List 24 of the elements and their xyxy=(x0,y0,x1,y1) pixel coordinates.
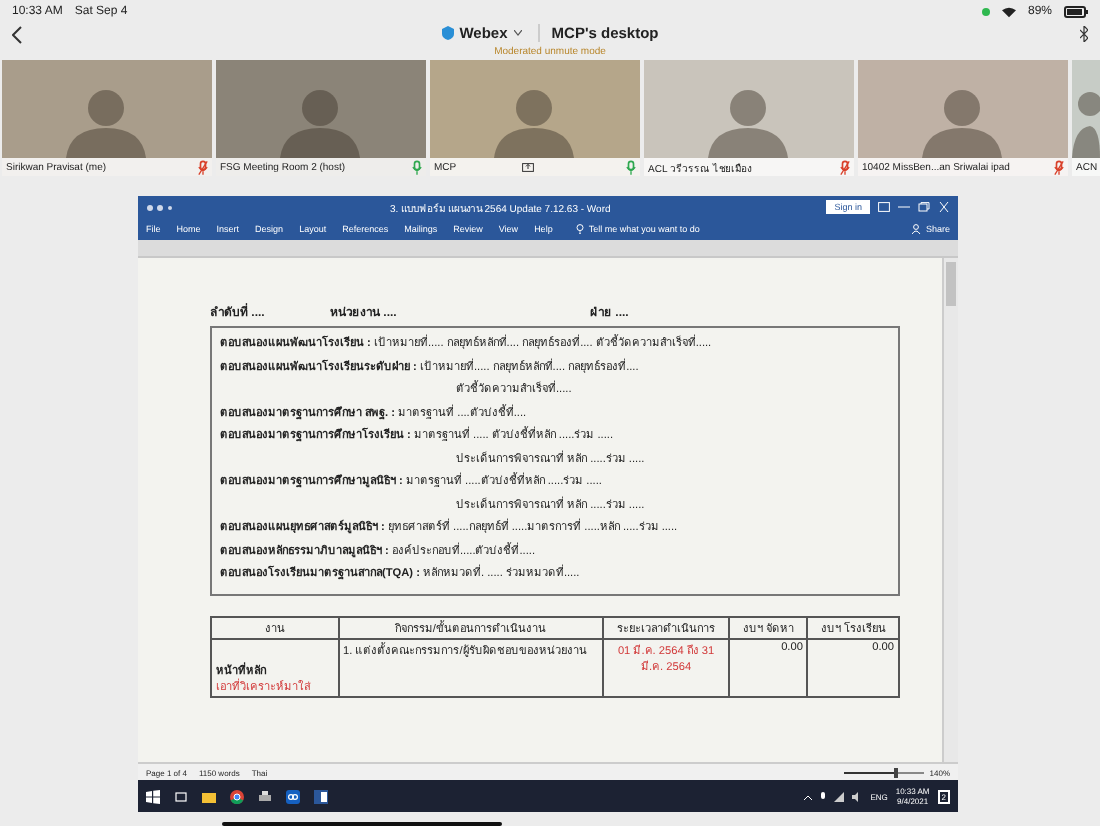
word-icon[interactable] xyxy=(314,789,328,803)
wifi-icon xyxy=(1001,6,1016,18)
speaker-icon[interactable] xyxy=(852,791,863,801)
task-view-icon[interactable] xyxy=(174,789,188,803)
battery-icon xyxy=(1064,6,1088,18)
camera-dot-icon xyxy=(981,8,990,16)
back-icon[interactable] xyxy=(12,26,22,44)
quick-access-icon[interactable] xyxy=(146,203,174,211)
minimize-icon[interactable] xyxy=(898,202,910,212)
shield-icon xyxy=(441,26,454,40)
restore-icon[interactable] xyxy=(918,202,930,212)
scroll-bar[interactable] xyxy=(942,258,958,762)
mic-icon[interactable] xyxy=(820,791,827,801)
ribbon-options-icon[interactable] xyxy=(878,202,890,212)
windows-icon[interactable] xyxy=(146,789,160,803)
network-icon[interactable] xyxy=(834,791,845,801)
printer-icon[interactable] xyxy=(258,789,272,803)
folder-icon[interactable] xyxy=(202,789,216,803)
webex-icon[interactable] xyxy=(286,789,300,803)
chrome-icon[interactable] xyxy=(230,789,244,803)
lightbulb-icon xyxy=(576,224,585,234)
chevron-down-icon xyxy=(513,30,522,36)
close-icon[interactable] xyxy=(938,202,950,212)
bluetooth-icon xyxy=(1080,26,1088,42)
